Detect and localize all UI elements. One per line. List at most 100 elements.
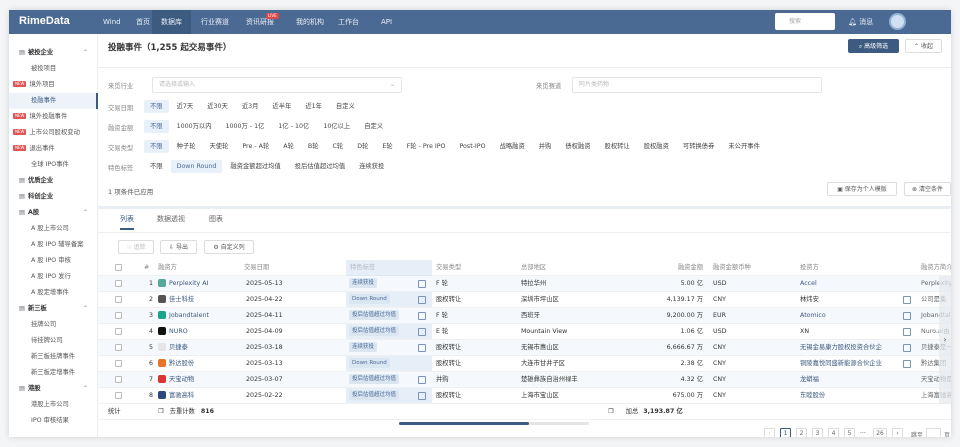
sidebar-item[interactable]: A 股 IPO 辅导备案 — [9, 237, 98, 253]
filter-option[interactable]: 近1年 — [299, 100, 328, 113]
sidebar-item[interactable]: 被投项目 — [9, 61, 98, 77]
checkbox[interactable] — [115, 263, 122, 271]
filter-option[interactable]: 股权转让 — [599, 140, 636, 153]
filter-option[interactable]: 可转换债券 — [677, 140, 720, 153]
sidebar-item[interactable]: ▤ 优质企业 — [9, 173, 98, 189]
company-cell[interactable]: 黔达股份 — [154, 356, 239, 372]
scroll-right-icon[interactable]: › — [939, 276, 951, 404]
filter-option[interactable]: 种子轮 — [171, 140, 202, 153]
page-button[interactable]: 4 — [828, 428, 839, 437]
filter-option[interactable]: 10亿以上 — [317, 120, 356, 133]
checkbox[interactable] — [115, 279, 122, 287]
sidebar-item[interactable]: ▤ A股 ⌃ — [9, 205, 98, 221]
filter-option[interactable]: F轮 - Pre IPO — [401, 140, 452, 153]
expand-icon[interactable] — [418, 376, 426, 384]
save-template-button[interactable]: ▣ 保存为个人模版 — [827, 182, 897, 196]
filter-option[interactable]: 投后估值超过均值 — [289, 160, 351, 173]
page-button[interactable]: 26 — [873, 428, 887, 437]
filter-option[interactable]: 自定义 — [330, 100, 361, 113]
sidebar-item[interactable]: 挂牌公司 — [9, 317, 98, 333]
filter-option[interactable]: 近7天 — [171, 100, 200, 113]
row-checkbox[interactable] — [115, 340, 122, 356]
row-checkbox[interactable] — [115, 356, 122, 372]
filter-option[interactable]: 债权融资 — [559, 140, 596, 153]
checkbox[interactable] — [115, 359, 122, 367]
expand-icon[interactable] — [418, 312, 426, 320]
nav-workbench[interactable]: 工作台 — [332, 10, 365, 34]
column-header[interactable]: 融资金额币种 — [709, 260, 796, 276]
nav-industry[interactable]: 行业赛道 — [195, 10, 235, 34]
column-header[interactable]: 融资金额 — [603, 260, 709, 276]
filter-option[interactable]: Down Round — [170, 160, 223, 173]
filter-option[interactable]: 不限 — [144, 160, 169, 173]
sidebar-item[interactable]: NEW 境外投融事件 — [9, 109, 98, 125]
prev-page-button[interactable]: ‹ — [764, 428, 775, 437]
nav-database[interactable]: 数据库 — [152, 10, 191, 34]
table-row[interactable]: 5 贝捷泰 2025-03-18 连续获投 股权转让 无锡市惠山区 6,666.67 万 CN… — [98, 340, 951, 356]
checkbox[interactable] — [115, 343, 122, 351]
sidebar-item[interactable]: A 股 IPO 审核 — [9, 253, 98, 269]
filter-option[interactable]: 不限 — [144, 140, 169, 153]
filter-option[interactable]: 未公开事件 — [722, 140, 765, 153]
dedupe-count[interactable]: ❐ 去重计数 816 — [158, 404, 214, 420]
company-cell[interactable]: 天宝动物 — [154, 372, 239, 388]
column-header[interactable]: 总部地区 — [517, 260, 602, 276]
tab-list[interactable]: 列表 — [120, 214, 134, 230]
row-checkbox[interactable] — [115, 388, 122, 404]
filter-option[interactable]: 并购 — [533, 140, 558, 153]
investor-cell[interactable]: 铜陵嘉悦同盛新能源合伙企业 — [796, 356, 917, 372]
search-input[interactable]: 搜索 — [775, 13, 835, 30]
sidebar-item[interactable]: ▤ 新三板 ⌃ — [9, 301, 98, 317]
filter-option[interactable]: 自定义 — [358, 120, 389, 133]
investor-cell[interactable]: 无锡金易康力股权投资合伙企 — [796, 340, 917, 356]
sidebar-item[interactable]: A 股 IPO 发行 — [9, 269, 98, 285]
table-row[interactable]: 4 NURO 2025-04-09 投后估值超过均值 E 轮 Mountain View 1… — [98, 324, 951, 340]
expand-icon[interactable] — [418, 296, 426, 304]
company-cell[interactable]: Perplexity AI — [154, 276, 239, 292]
sidebar-item[interactable]: 全球 IPO事件 — [9, 157, 98, 173]
sum-total[interactable]: ❐ 加总 3,193.87 亿 — [608, 404, 683, 420]
checkbox[interactable] — [115, 327, 122, 335]
jump-input[interactable] — [926, 428, 941, 437]
row-checkbox[interactable] — [115, 324, 122, 340]
filter-option[interactable]: 近30天 — [201, 100, 234, 113]
messages-button[interactable]: 🔔︎ 消息 — [842, 10, 879, 34]
filter-option[interactable]: E轮 — [376, 140, 398, 153]
filter-option[interactable]: 不限 — [144, 100, 169, 113]
scrollbar-thumb[interactable] — [399, 422, 529, 425]
advanced-filter-button[interactable]: ⌕ 高级筛选 — [848, 39, 899, 53]
filter-option[interactable]: A轮 — [277, 140, 300, 153]
track-input[interactable]: 阿片类药物 — [572, 77, 822, 93]
nav-wind[interactable]: Wind — [97, 10, 127, 34]
filter-option[interactable]: 不限 — [144, 120, 169, 133]
avatar[interactable] — [889, 13, 906, 30]
filter-option[interactable]: 连续获投 — [353, 160, 390, 173]
filter-option[interactable]: C轮 — [327, 140, 350, 153]
column-header[interactable]: 融资方简介 — [917, 260, 951, 276]
investor-cell[interactable]: 东睦股份 — [796, 388, 917, 404]
filter-option[interactable]: 股权融资 — [638, 140, 675, 153]
filter-option[interactable]: 融资金额超过均值 — [224, 160, 286, 173]
sidebar-item[interactable]: 港股上市公司 — [9, 397, 98, 413]
company-cell[interactable]: 佳士科技 — [154, 292, 239, 308]
sidebar-item[interactable]: ▤ 科创企业 — [9, 189, 98, 205]
sidebar-item[interactable]: 投融事件 — [9, 93, 98, 109]
column-header[interactable]: 融资方 — [154, 260, 239, 276]
column-header[interactable]: 交易类型 — [432, 260, 517, 276]
track-button[interactable]: ☆ 追踪 — [118, 240, 154, 254]
filter-option[interactable]: Pre - A轮 — [236, 140, 275, 153]
sidebar-item[interactable]: ▤ 被投企业 ⌃ — [9, 45, 98, 61]
filter-option[interactable]: B轮 — [302, 140, 325, 153]
expand-icon[interactable] — [418, 328, 426, 336]
filter-option[interactable]: 1000万以内 — [171, 120, 218, 133]
page-button[interactable]: 3 — [812, 428, 823, 437]
table-row[interactable]: 3 Jobandtalent 2025-04-11 投后估值超过均值 F 轮 西班牙 9,2… — [98, 308, 951, 324]
sidebar-item[interactable]: A 股定增事件 — [9, 285, 98, 301]
checkbox[interactable] — [115, 295, 122, 303]
sidebar-item[interactable]: A 股上市公司 — [9, 221, 98, 237]
expand-icon[interactable] — [903, 296, 911, 304]
row-checkbox[interactable] — [115, 372, 122, 388]
expand-icon[interactable] — [418, 344, 426, 352]
tab-pivot[interactable]: 数据透视 — [157, 214, 185, 230]
row-checkbox[interactable] — [115, 292, 122, 308]
